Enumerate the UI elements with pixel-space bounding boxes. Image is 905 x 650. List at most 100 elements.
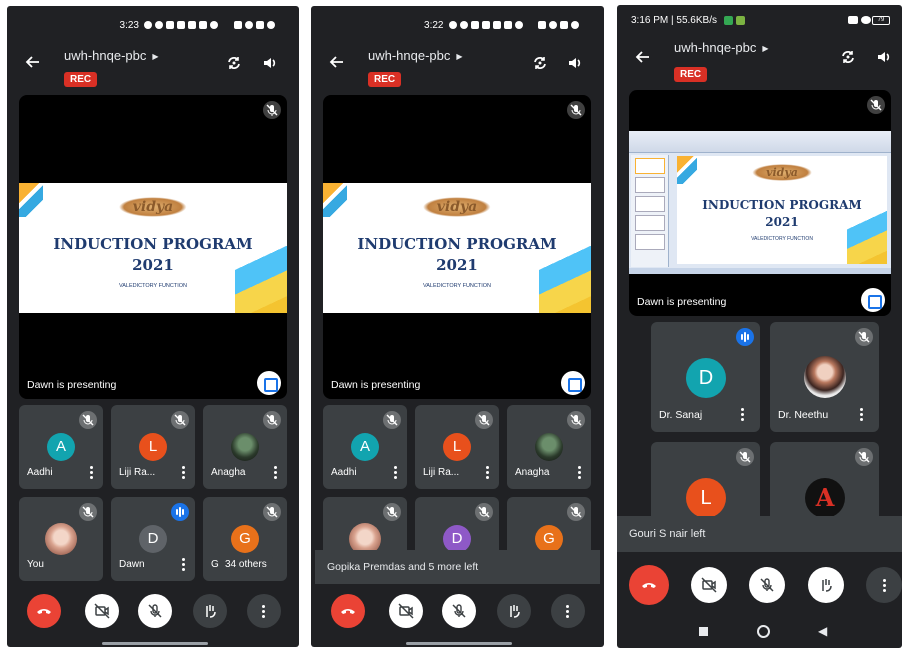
status-strip: [629, 268, 891, 274]
more-options-icon[interactable]: [486, 466, 489, 481]
avatar: A: [351, 433, 379, 461]
status-bar: 3:16 PM | 55.6KB/s 79: [617, 11, 902, 29]
more-options-icon: [883, 579, 886, 594]
mic-off-button[interactable]: [749, 567, 785, 603]
status-bar: 3:22: [311, 16, 604, 34]
participant-photo: [804, 356, 846, 398]
phone-screen-3: 3:16 PM | 55.6KB/s 79 uwh-hnqe-pbc▶ REC: [617, 5, 902, 648]
end-call-button[interactable]: [27, 594, 61, 628]
recents-button[interactable]: [699, 627, 708, 636]
participant-tile[interactable]: L Liji Ra...: [415, 405, 499, 489]
muted-mic-icon: [867, 96, 885, 114]
avatar: D: [686, 358, 726, 398]
back-arrow-icon[interactable]: [635, 49, 651, 65]
vidya-logo: vidya: [422, 197, 492, 217]
home-indicator[interactable]: [102, 642, 208, 645]
switch-camera-icon[interactable]: [839, 48, 857, 66]
fullscreen-icon[interactable]: [561, 371, 585, 395]
speaker-icon[interactable]: [261, 54, 279, 72]
more-options-icon[interactable]: [741, 408, 744, 423]
participant-tile[interactable]: Anagha: [507, 405, 591, 489]
caret-right-icon: ▶: [456, 52, 463, 62]
fullscreen-icon[interactable]: [861, 288, 885, 312]
participant-tile[interactable]: A Aadhi: [323, 405, 407, 489]
notification-icon: [144, 21, 153, 29]
muted-mic-icon: [567, 503, 585, 521]
fullscreen-icon[interactable]: [257, 371, 281, 395]
more-options-icon[interactable]: [860, 408, 863, 423]
participant-tile[interactable]: Dr. Neethu: [770, 322, 879, 432]
youtube-icon: [188, 21, 197, 29]
participant-tile[interactable]: D Dr. Sanaj: [651, 322, 760, 432]
battery-icon: [571, 21, 580, 29]
participant-name: Liji Ra...: [423, 467, 460, 478]
speaker-icon[interactable]: [566, 54, 584, 72]
app-icon: [735, 15, 745, 25]
participant-name: Anagha: [211, 467, 246, 478]
more-options-icon[interactable]: [578, 466, 581, 481]
participant-tile[interactable]: A Aadhi: [19, 405, 103, 489]
meeting-code[interactable]: uwh-hnqe-pbc ▶: [64, 48, 159, 63]
meeting-code[interactable]: uwh-hnqe-pbc ▶: [674, 40, 769, 55]
camera-off-button[interactable]: [85, 594, 119, 628]
avatar: L: [139, 433, 167, 461]
presentation-area: vidya INDUCTION PROGRAM 2021 VALEDICTORY…: [19, 95, 287, 399]
more-options-icon: [566, 605, 569, 620]
raise-hand-button[interactable]: [497, 594, 531, 628]
presentation-slide: vidya INDUCTION PROGRAM 2021 VALEDICTORY…: [677, 156, 887, 264]
raise-hand-button[interactable]: [808, 567, 844, 603]
mic-icon: [514, 21, 523, 29]
back-arrow-icon[interactable]: [329, 54, 345, 70]
network-icon: [233, 21, 242, 29]
participant-tile[interactable]: D Dawn: [111, 497, 195, 581]
participant-tile[interactable]: G Gi 34 others: [203, 497, 287, 581]
more-options-button[interactable]: [551, 594, 585, 628]
more-options-icon[interactable]: [274, 466, 277, 481]
participant-tile[interactable]: You: [19, 497, 103, 581]
more-options-icon[interactable]: [90, 466, 93, 481]
others-count-badge[interactable]: 34 others: [219, 555, 273, 574]
more-options-button[interactable]: [247, 594, 281, 628]
meeting-code[interactable]: uwh-hnqe-pbc ▶: [368, 48, 463, 63]
participant-name: Aadhi: [27, 467, 53, 478]
end-call-button[interactable]: [629, 565, 669, 605]
notification-icon: [448, 21, 457, 29]
rec-badge: REC: [674, 67, 708, 82]
more-options-icon[interactable]: [394, 466, 397, 481]
muted-mic-icon: [171, 411, 189, 429]
home-button[interactable]: [757, 625, 770, 638]
mic-off-button[interactable]: [442, 594, 476, 628]
muted-mic-icon: [79, 503, 97, 521]
muted-mic-icon: [263, 101, 281, 119]
muted-mic-icon: [855, 448, 873, 466]
home-indicator[interactable]: [406, 642, 512, 645]
mic-off-button[interactable]: [138, 594, 172, 628]
muted-mic-icon: [567, 411, 585, 429]
battery-icon: 79: [872, 15, 890, 25]
switch-camera-icon[interactable]: [531, 54, 549, 72]
more-options-button[interactable]: [866, 567, 902, 603]
camera-off-button[interactable]: [389, 594, 423, 628]
status-bar: 3:23: [7, 16, 299, 34]
back-arrow-icon[interactable]: [25, 54, 41, 70]
muted-mic-icon: [79, 411, 97, 429]
camera-off-button[interactable]: [691, 567, 727, 603]
participant-tile[interactable]: Anagha: [203, 405, 287, 489]
signal-icon: [847, 16, 858, 24]
back-nav-button[interactable]: ◀: [818, 624, 827, 638]
end-call-button[interactable]: [331, 594, 365, 628]
raise-hand-button[interactable]: [193, 594, 227, 628]
wifi-icon: [860, 16, 871, 24]
muted-mic-icon: [263, 411, 281, 429]
more-options-icon[interactable]: [182, 558, 185, 573]
participant-name: Liji Ra...: [119, 467, 156, 478]
switch-camera-icon[interactable]: [225, 54, 243, 72]
speaker-icon[interactable]: [875, 48, 893, 66]
muted-mic-icon: [736, 448, 754, 466]
powerpoint-window: vidya INDUCTION PROGRAM 2021 VALEDICTORY…: [629, 131, 891, 274]
more-options-icon[interactable]: [182, 466, 185, 481]
participant-tile[interactable]: L Liji Ra...: [111, 405, 195, 489]
phone-screen-2: 3:22 uwh-hnqe-pbc ▶ REC vidya INDUCTION P…: [311, 6, 604, 647]
avatar: D: [139, 525, 167, 553]
speaking-indicator-icon: [736, 328, 754, 346]
